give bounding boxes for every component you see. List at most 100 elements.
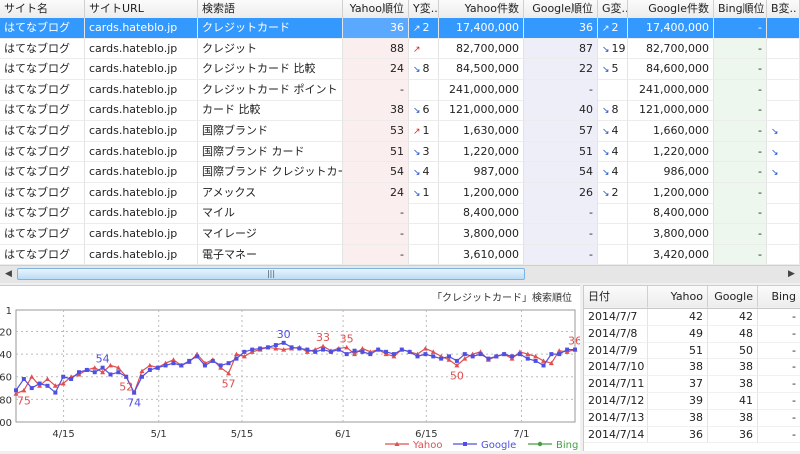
history-col-google[interactable]: Google <box>708 286 758 308</box>
col-site[interactable]: サイト名 <box>0 0 85 18</box>
history-bing: - <box>758 326 800 343</box>
col-keyword[interactable]: 検索語 <box>198 0 343 18</box>
x-tick-label: 4/15 <box>52 429 74 440</box>
cell-bing-change <box>767 38 800 60</box>
scroll-thumb[interactable]: ||| <box>17 268 525 280</box>
google-point <box>147 367 152 372</box>
table-row[interactable]: はてなブログ cards.hateblo.jp アメックス 24 ↘ 1 1,200,000… <box>0 182 800 204</box>
history-col-date[interactable]: 日付 <box>584 286 648 308</box>
google-point <box>76 370 81 375</box>
cell-google-rank: - <box>524 244 598 265</box>
history-row[interactable]: 2014/7/9 51 50- <box>584 342 800 360</box>
history-row[interactable]: 2014/7/14 36 36- <box>584 426 800 444</box>
google-point <box>478 352 483 357</box>
table-row[interactable]: はてなブログ cards.hateblo.jp クレジットカード 比較 24 ↘ 8 84,… <box>0 59 800 80</box>
google-point <box>502 352 507 357</box>
data-label: 35 <box>340 332 354 345</box>
table-row[interactable]: はてなブログ cards.hateblo.jp クレジットカード ポイント -241,… <box>0 79 800 101</box>
table-row[interactable]: はてなブログ cards.hateblo.jp マイレージ -3,800,000-3,… <box>0 224 800 245</box>
trend-down-icon: ↘ <box>602 44 610 55</box>
history-col-yahoo[interactable]: Yahoo <box>648 286 708 308</box>
cell-site: はてなブログ <box>0 121 85 142</box>
google-point <box>179 363 184 368</box>
history-header: 日付 Yahoo Google Bing <box>584 286 800 309</box>
history-col-bing[interactable]: Bing <box>758 286 800 308</box>
table-row[interactable]: はてなブログ cards.hateblo.jp カード 比較 38 ↘ 6 121,000,… <box>0 100 800 122</box>
table-row[interactable]: はてなブログ cards.hateblo.jp マイル -8,400,000-8,40… <box>0 203 800 225</box>
y-tick-label: 40 <box>0 350 12 361</box>
col-url[interactable]: サイトURL <box>85 0 198 18</box>
cell-bing-change <box>767 203 800 225</box>
google-point <box>108 372 113 377</box>
history-row[interactable]: 2014/7/12 39 41- <box>584 393 800 410</box>
col-yahoo-count[interactable]: Yahoo件数 <box>439 0 524 18</box>
history-row[interactable]: 2014/7/8 49 48- <box>584 325 800 343</box>
change-value: 6 <box>422 103 430 117</box>
table-row[interactable]: はてなブログ cards.hateblo.jp クレジットカード 36 ↗ 2 17,400… <box>0 18 800 39</box>
google-point <box>573 347 577 352</box>
x-tick-label: 6/15 <box>415 429 437 440</box>
col-google-count[interactable]: Google件数 <box>628 0 714 18</box>
google-point <box>163 363 168 368</box>
history-yahoo: 39 <box>648 393 708 410</box>
history-row[interactable]: 2014/7/7 42 42- <box>584 309 800 326</box>
cell-keyword: カード 比較 <box>198 100 343 122</box>
cell-url: cards.hateblo.jp <box>85 203 198 225</box>
cell-google-count: 1,200,000 <box>628 182 714 204</box>
google-point <box>61 374 66 379</box>
col-google-change[interactable]: G変.. <box>598 0 628 18</box>
cell-site: はてなブログ <box>0 38 85 60</box>
google-point <box>14 388 18 393</box>
cell-google-change <box>598 244 628 265</box>
google-point <box>234 356 239 361</box>
change-value: 5 <box>611 62 619 76</box>
google-point <box>171 361 176 366</box>
google-point <box>250 347 255 352</box>
history-row[interactable]: 2014/7/10 38 38- <box>584 359 800 377</box>
table-row[interactable]: はてなブログcards.hateblo.jp国際ブランド クレジットカード54↘… <box>0 162 800 183</box>
cell-yahoo-change <box>409 203 439 225</box>
horizontal-scrollbar[interactable]: ◀ ||| ▶ <box>0 265 800 283</box>
data-label: 36 <box>568 335 580 348</box>
cell-keyword: アメックス <box>198 182 343 204</box>
history-row[interactable]: 2014/7/11 37 38- <box>584 376 800 393</box>
cell-google-change: ↗ 2 <box>598 18 628 39</box>
cell-yahoo-count: 1,630,000 <box>439 121 524 142</box>
google-point <box>376 347 381 352</box>
cell-google-count: 17,400,000 <box>628 18 714 39</box>
cell-keyword: クレジット <box>198 38 343 60</box>
col-bing-rank[interactable]: Bing順位 <box>714 0 767 18</box>
trend-down-icon: ↘ <box>413 65 421 76</box>
history-row[interactable]: 2014/7/13 38 38- <box>584 409 800 427</box>
history-bing: - <box>758 393 800 410</box>
cell-yahoo-rank: - <box>343 79 409 101</box>
cell-keyword: 国際ブランド <box>198 121 343 142</box>
table-row[interactable]: はてなブログ cards.hateblo.jp クレジット 88 ↗ 82,700,000… <box>0 38 800 60</box>
cell-yahoo-change: ↗ 2 <box>409 18 439 39</box>
cell-google-rank: - <box>524 79 598 101</box>
cell-google-count: 1,220,000 <box>628 141 714 163</box>
scroll-right-icon[interactable]: ▶ <box>784 267 799 282</box>
google-point <box>549 352 554 357</box>
col-bing-change[interactable]: B変.. <box>767 0 800 18</box>
cell-url: cards.hateblo.jp <box>85 38 198 60</box>
table-row[interactable]: はてなブログ cards.hateblo.jp 国際ブランド 53 ↗ 1 1,630,00… <box>0 121 800 142</box>
cell-site: はてなブログ <box>0 79 85 101</box>
plot-area <box>15 309 576 423</box>
trend-down-icon: ↘ <box>602 127 610 137</box>
cell-yahoo-rank: 53 <box>343 121 409 142</box>
scroll-left-icon[interactable]: ◀ <box>1 267 16 282</box>
table-row[interactable]: はてなブログ cards.hateblo.jp 電子マネー -3,610,000-3,… <box>0 244 800 265</box>
col-yahoo-change[interactable]: Y変.. <box>409 0 439 18</box>
col-google-rank[interactable]: Google順位 <box>524 0 598 18</box>
cell-google-change <box>598 203 628 225</box>
col-yahoo-rank[interactable]: Yahoo順位 <box>343 0 409 18</box>
cell-yahoo-change: ↘ 1 <box>409 182 439 204</box>
google-point <box>447 354 452 359</box>
cell-bing-rank: - <box>714 59 767 80</box>
google-point <box>92 370 97 375</box>
google-point <box>423 352 428 357</box>
table-row[interactable]: はてなブログ cards.hateblo.jp 国際ブランド カード 51 ↘ 3 1,22… <box>0 141 800 163</box>
google-point <box>195 354 200 359</box>
google-point <box>360 349 365 354</box>
